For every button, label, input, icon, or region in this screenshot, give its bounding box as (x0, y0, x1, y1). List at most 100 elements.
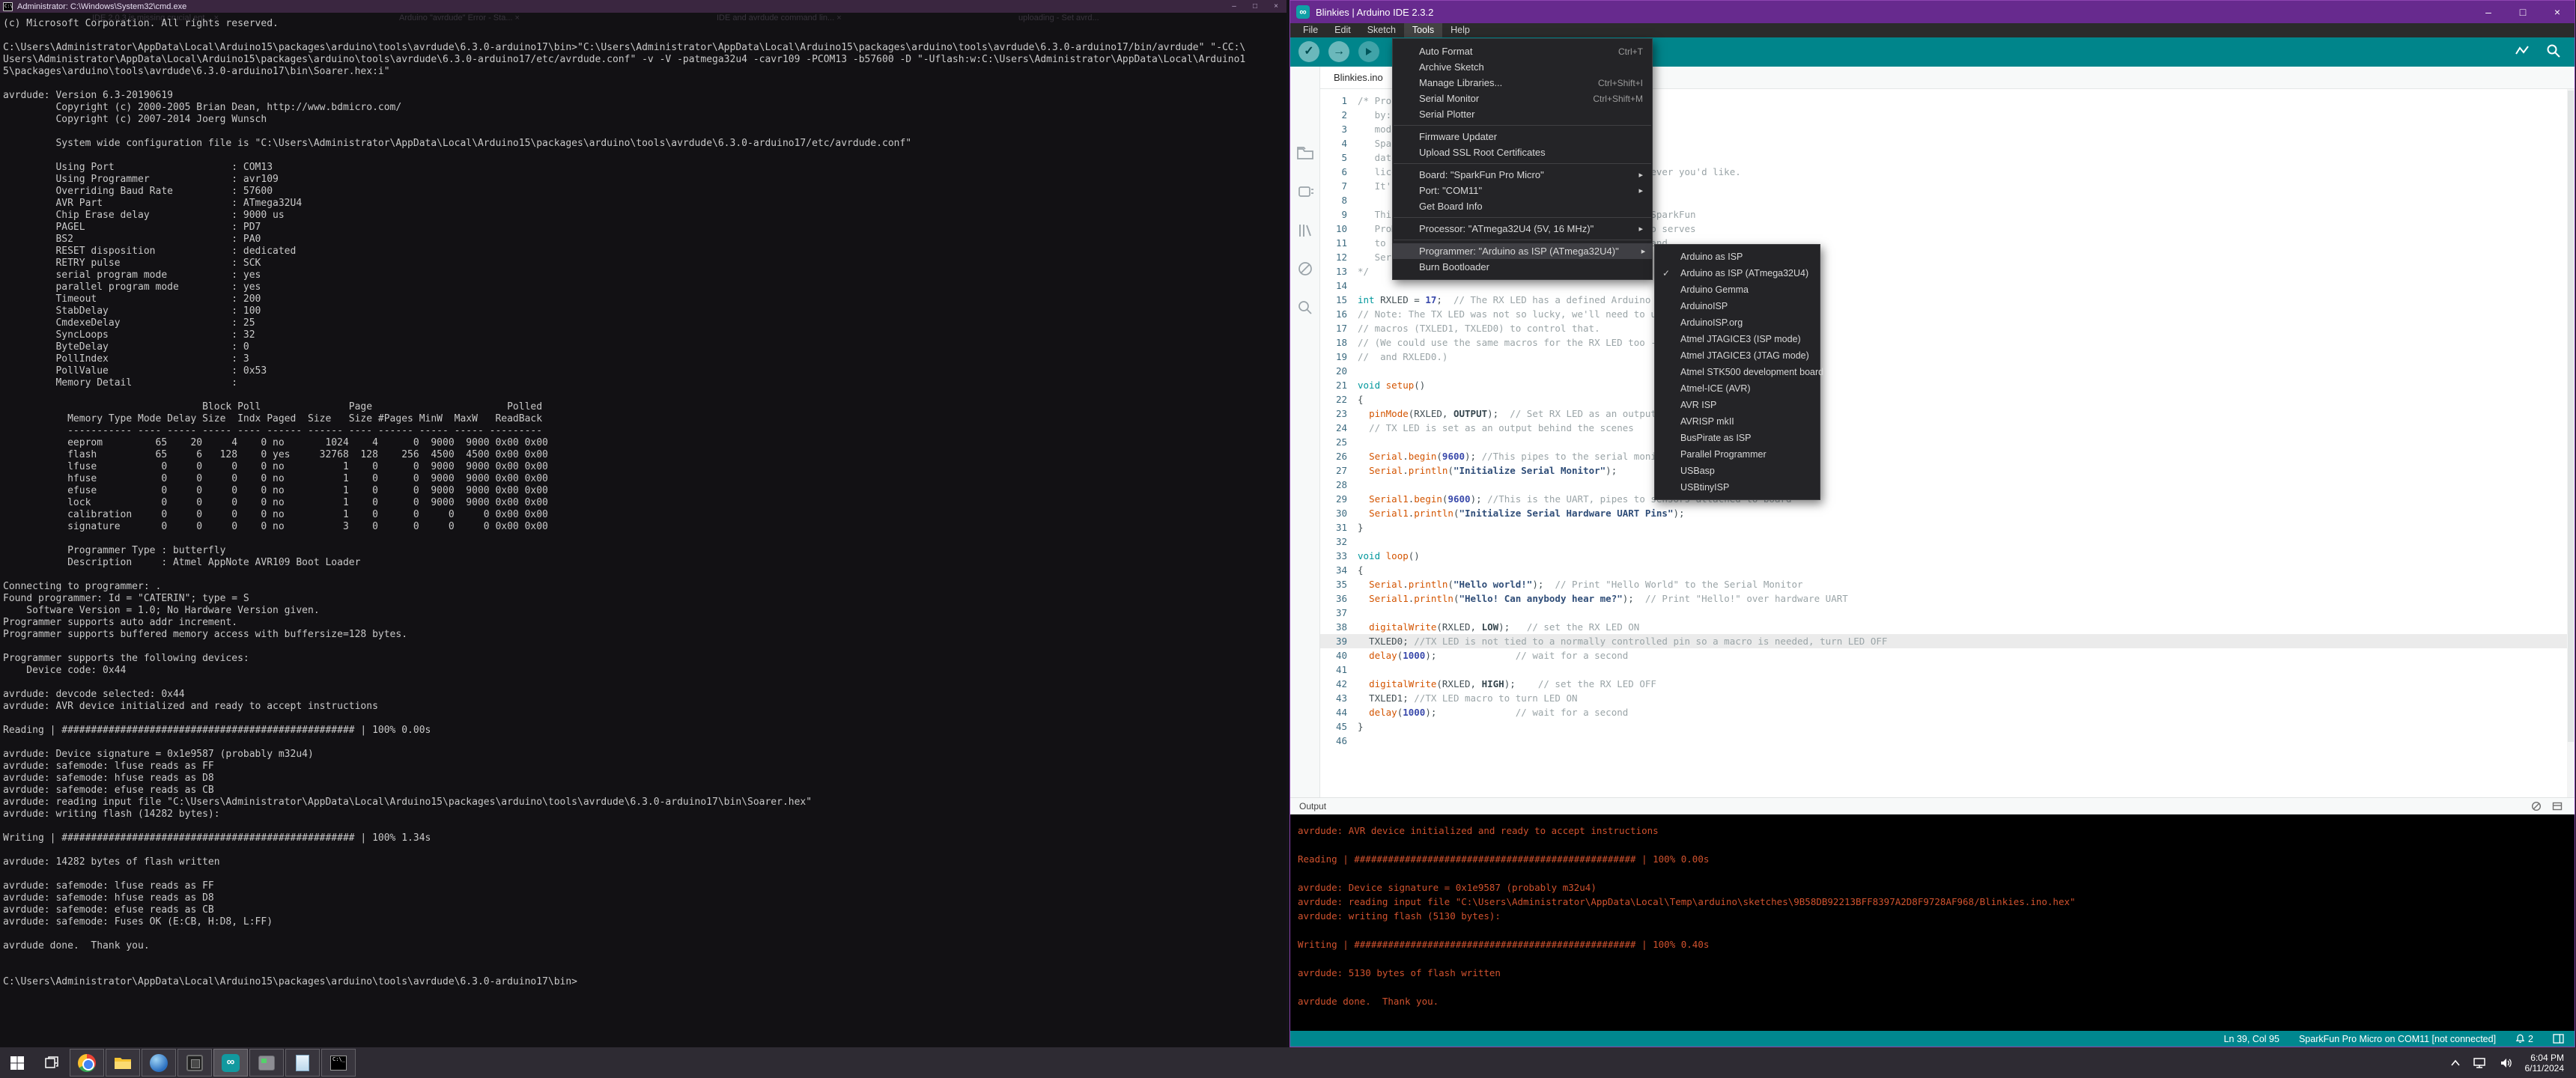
tools-menu-item[interactable]: Serial MonitorCtrl+Shift+M (1393, 91, 1652, 106)
menu-sketch[interactable]: Sketch (1359, 23, 1404, 37)
code-line[interactable]: 18// (We could use the same macros for t… (1320, 335, 2575, 350)
ide-maximize-button[interactable]: □ (2506, 1, 2540, 23)
code-line[interactable]: 37 (1320, 606, 2575, 620)
code-line[interactable]: 33void loop() (1320, 549, 2575, 563)
start-button[interactable] (0, 1047, 34, 1078)
code-line[interactable]: 32 (1320, 535, 2575, 549)
programmer-option[interactable]: Atmel STK500 development board (1655, 364, 1820, 380)
menu-file[interactable]: File (1295, 23, 1326, 37)
terminal-minimize-button[interactable]: – (1224, 0, 1245, 13)
ide-close-button[interactable]: × (2540, 1, 2575, 23)
programmer-option[interactable]: AVR ISP (1655, 397, 1820, 413)
programmer-option[interactable]: Arduino as ISP (1655, 249, 1820, 265)
code-line[interactable]: 20 (1320, 364, 2575, 378)
programmer-option[interactable]: Parallel Programmer (1655, 446, 1820, 463)
programmer-option[interactable]: BusPirate as ISP (1655, 430, 1820, 446)
taskbar-internet[interactable] (142, 1049, 176, 1077)
ide-minimize-button[interactable]: – (2471, 1, 2506, 23)
code-line[interactable]: 26 Serial.begin(9600); //This pipes to t… (1320, 449, 2575, 463)
notifications-count[interactable]: 2 (2528, 1034, 2533, 1044)
taskbar-notepad[interactable] (285, 1049, 320, 1077)
code-line[interactable]: 23 pinMode(RXLED, OUTPUT); // Set RX LED… (1320, 406, 2575, 421)
serial-monitor-icon[interactable] (2546, 43, 2561, 58)
notifications-bell-icon[interactable] (2515, 1034, 2525, 1044)
verify-button[interactable]: ✓ (1298, 41, 1319, 62)
menu-help[interactable]: Help (1442, 23, 1478, 37)
tools-menu-item[interactable]: Get Board Info (1393, 198, 1652, 214)
code-line[interactable]: 43 TXLED1; //TX LED macro to turn LED ON (1320, 691, 2575, 705)
programmer-option[interactable]: USBtinyISP (1655, 479, 1820, 496)
terminal-close-button[interactable]: × (1266, 0, 1287, 13)
sketchbook-folder-icon[interactable] (1296, 144, 1314, 162)
taskbar-cmd[interactable]: C:\_ (321, 1049, 356, 1077)
tools-menu-item[interactable]: Board: "SparkFun Pro Micro"▸ (1393, 167, 1652, 183)
code-line[interactable]: 39 TXLED0; //TX LED is not tied to a nor… (1320, 634, 2575, 648)
taskbar-file-explorer[interactable] (106, 1049, 140, 1077)
taskbar-arduino-ide[interactable]: ∞ (213, 1049, 248, 1077)
tools-menu-item[interactable]: Upload SSL Root Certificates (1393, 144, 1652, 160)
tools-menu-item[interactable]: Firmware Updater (1393, 129, 1652, 144)
scrollbar-thumb[interactable] (2568, 91, 2574, 742)
taskbar-clock[interactable]: 6:04 PM 6/11/2024 (2525, 1053, 2565, 1074)
programmer-option[interactable]: Atmel JTAGICE3 (ISP mode) (1655, 331, 1820, 347)
code-line[interactable]: 14 (1320, 278, 2575, 293)
code-line[interactable]: 46 (1320, 734, 2575, 748)
code-line[interactable]: 38 digitalWrite(RXLED, LOW); // set the … (1320, 620, 2575, 634)
tools-menu-item[interactable]: Programmer: "Arduino as ISP (ATmega32U4)… (1393, 243, 1652, 259)
code-line[interactable]: 16// Note: The TX LED was not so lucky, … (1320, 307, 2575, 321)
taskbar-chrome[interactable] (70, 1049, 104, 1077)
terminal-maximize-button[interactable]: □ (1245, 0, 1266, 13)
tools-menu-item[interactable]: Burn Bootloader (1393, 259, 1652, 275)
code-line[interactable]: 36 Serial1.println("Hello! Can anybody h… (1320, 591, 2575, 606)
toggle-panel-icon[interactable] (2552, 801, 2563, 811)
code-line[interactable]: 42 digitalWrite(RXLED, HIGH); // set the… (1320, 677, 2575, 691)
tools-menu-item[interactable]: Processor: "ATmega32U4 (5V, 16 MHz)"▸ (1393, 221, 1652, 237)
taskbar-chip-tool[interactable] (177, 1049, 212, 1077)
tools-menu-item[interactable]: Manage Libraries...Ctrl+Shift+I (1393, 75, 1652, 91)
programmer-option[interactable]: ArduinoISP (1655, 298, 1820, 314)
programmer-option[interactable]: AVRISP mkII (1655, 413, 1820, 430)
code-line[interactable]: 17// macros (TXLED1, TXLED0) to control … (1320, 321, 2575, 335)
tab-blinkies-ino[interactable]: Blinkies.ino (1320, 67, 1397, 88)
volume-icon[interactable] (2500, 1057, 2513, 1069)
programmer-option[interactable]: Atmel JTAGICE3 (JTAG mode) (1655, 347, 1820, 364)
code-line[interactable]: 34{ (1320, 563, 2575, 577)
code-line[interactable]: 44 delay(1000); // wait for a second (1320, 705, 2575, 719)
taskbar-device-tool[interactable] (249, 1049, 284, 1077)
programmer-option[interactable]: USBasp (1655, 463, 1820, 479)
code-line[interactable]: 30 Serial1.println("Initialize Serial Ha… (1320, 506, 2575, 520)
tools-menu-item[interactable]: Auto FormatCtrl+T (1393, 43, 1652, 59)
code-line[interactable]: 25 (1320, 435, 2575, 449)
code-line[interactable]: 21void setup() (1320, 378, 2575, 392)
panel-layout-icon[interactable] (2553, 1034, 2564, 1044)
code-line[interactable]: 41 (1320, 663, 2575, 677)
code-line[interactable]: 28 (1320, 478, 2575, 492)
code-line[interactable]: 35 Serial.println("Hello world!"); // Pr… (1320, 577, 2575, 591)
upload-button[interactable]: → (1328, 41, 1349, 62)
editor-scrollbar[interactable] (2567, 89, 2575, 797)
code-line[interactable]: 24 // TX LED is set as an output behind … (1320, 421, 2575, 435)
code-line[interactable]: 22{ (1320, 392, 2575, 406)
tools-menu-item[interactable]: Port: "COM11"▸ (1393, 183, 1652, 198)
menu-edit[interactable]: Edit (1326, 23, 1359, 37)
boards-manager-icon[interactable] (1296, 183, 1314, 201)
code-line[interactable]: 31} (1320, 520, 2575, 535)
code-line[interactable]: 40 delay(1000); // wait for a second (1320, 648, 2575, 663)
code-line[interactable]: 15int RXLED = 17; // The RX LED has a de… (1320, 293, 2575, 307)
programmer-option[interactable]: ArduinoISP.org (1655, 314, 1820, 331)
programmer-option[interactable]: Atmel-ICE (AVR) (1655, 380, 1820, 397)
clear-output-icon[interactable] (2531, 801, 2542, 811)
debug-button[interactable] (1358, 41, 1379, 62)
code-line[interactable]: 45} (1320, 719, 2575, 734)
programmer-option[interactable]: Arduino Gemma (1655, 281, 1820, 298)
code-line[interactable]: 19// and RXLED0.) (1320, 350, 2575, 364)
menu-tools[interactable]: Tools (1404, 23, 1442, 37)
tools-menu-item[interactable]: Serial Plotter (1393, 106, 1652, 122)
debug-panel-icon[interactable] (1296, 260, 1314, 278)
board-port-status[interactable]: SparkFun Pro Micro on COM11 [not connect… (2299, 1034, 2496, 1044)
tools-menu-item[interactable]: Archive Sketch (1393, 59, 1652, 75)
task-view-button[interactable] (34, 1047, 69, 1078)
library-manager-icon[interactable] (1296, 222, 1314, 240)
search-icon[interactable] (1296, 299, 1314, 317)
code-line[interactable]: 29 Serial1.begin(9600); //This is the UA… (1320, 492, 2575, 506)
